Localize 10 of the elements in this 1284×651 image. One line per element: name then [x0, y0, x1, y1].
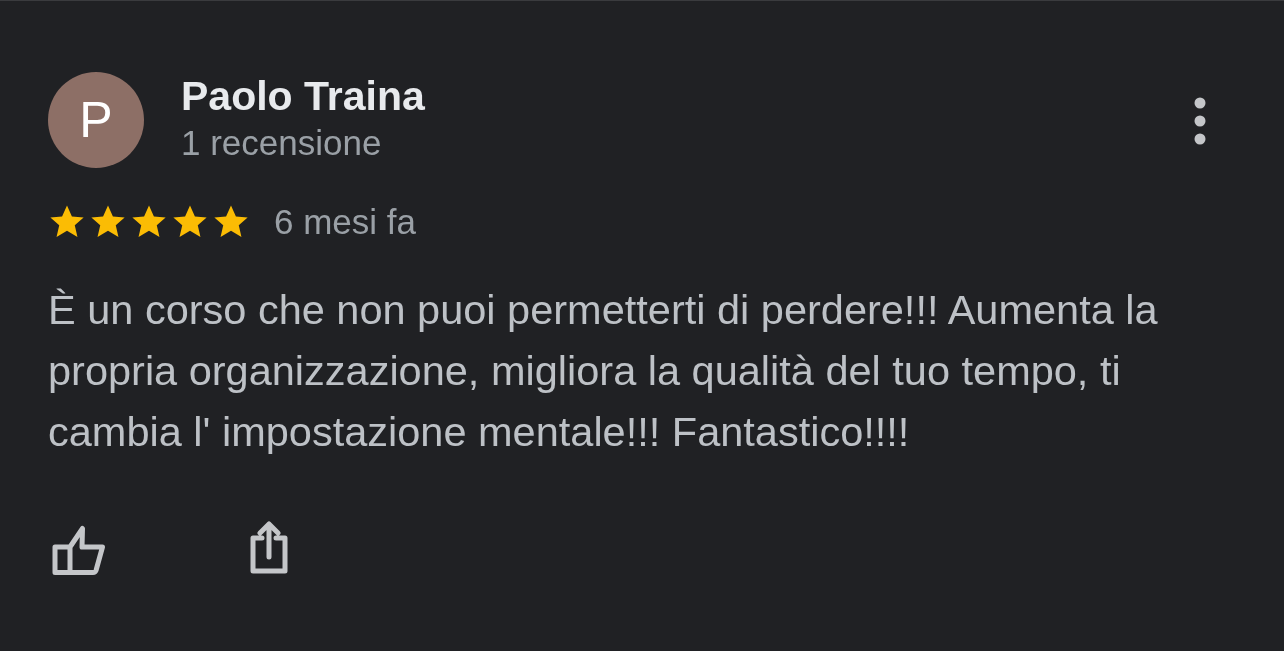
review-time: 6 mesi fa	[274, 201, 416, 243]
thumbs-up-icon	[52, 525, 106, 575]
like-button[interactable]	[52, 525, 106, 575]
author-name: Paolo Traina	[181, 72, 426, 120]
review-count: 1 recensione	[181, 122, 383, 164]
review-text: È un corso che non puoi permetterti di perdere!!! Aumenta la propria organizzazione, migliora la qualità del tuo tempo, ti cambia l' impostazione mentale!!! Fantastico!!!!	[48, 285, 1159, 457]
more-vertical-icon	[1194, 97, 1206, 145]
share-icon	[248, 520, 290, 575]
share-button[interactable]	[248, 520, 290, 575]
avatar: P	[48, 72, 144, 168]
